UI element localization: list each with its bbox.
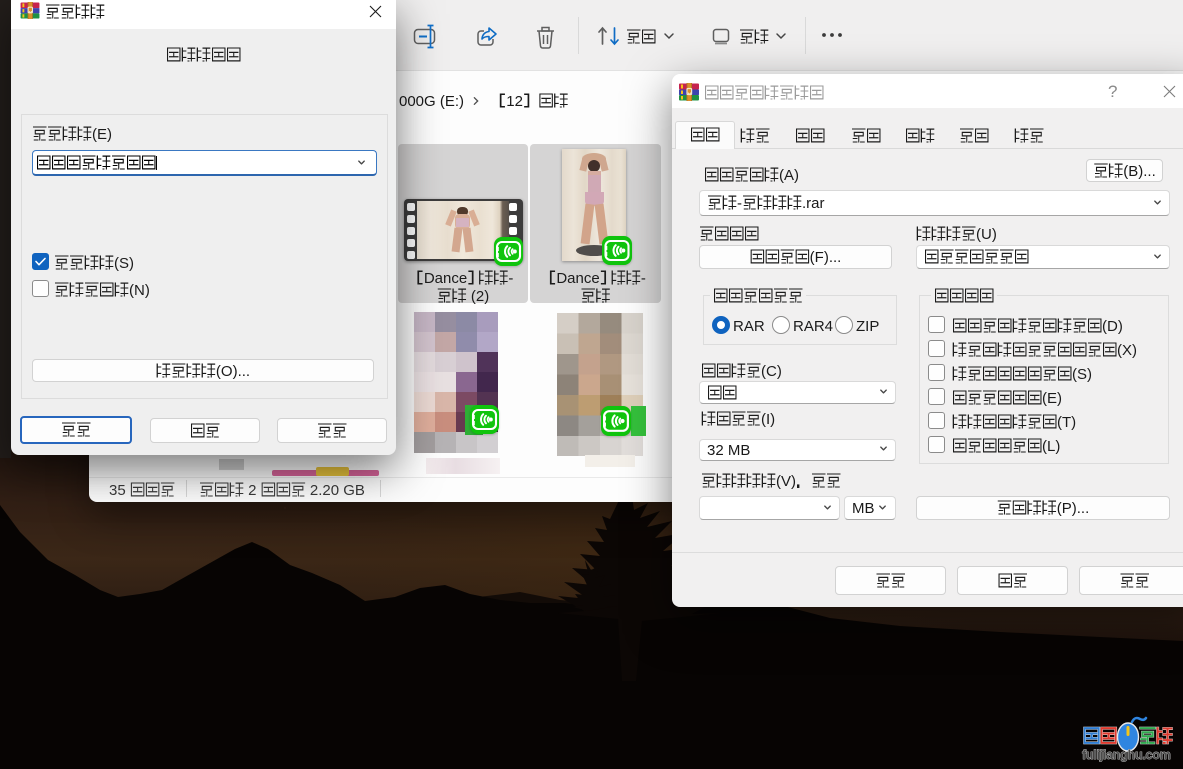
svg-text:江: 江 xyxy=(1139,727,1156,745)
svg-text:利: 利 xyxy=(1100,727,1117,745)
svg-text:fulijianghu.com: fulijianghu.com xyxy=(1082,748,1171,762)
svg-text:福: 福 xyxy=(1083,727,1100,745)
svg-text:湖: 湖 xyxy=(1156,727,1173,745)
